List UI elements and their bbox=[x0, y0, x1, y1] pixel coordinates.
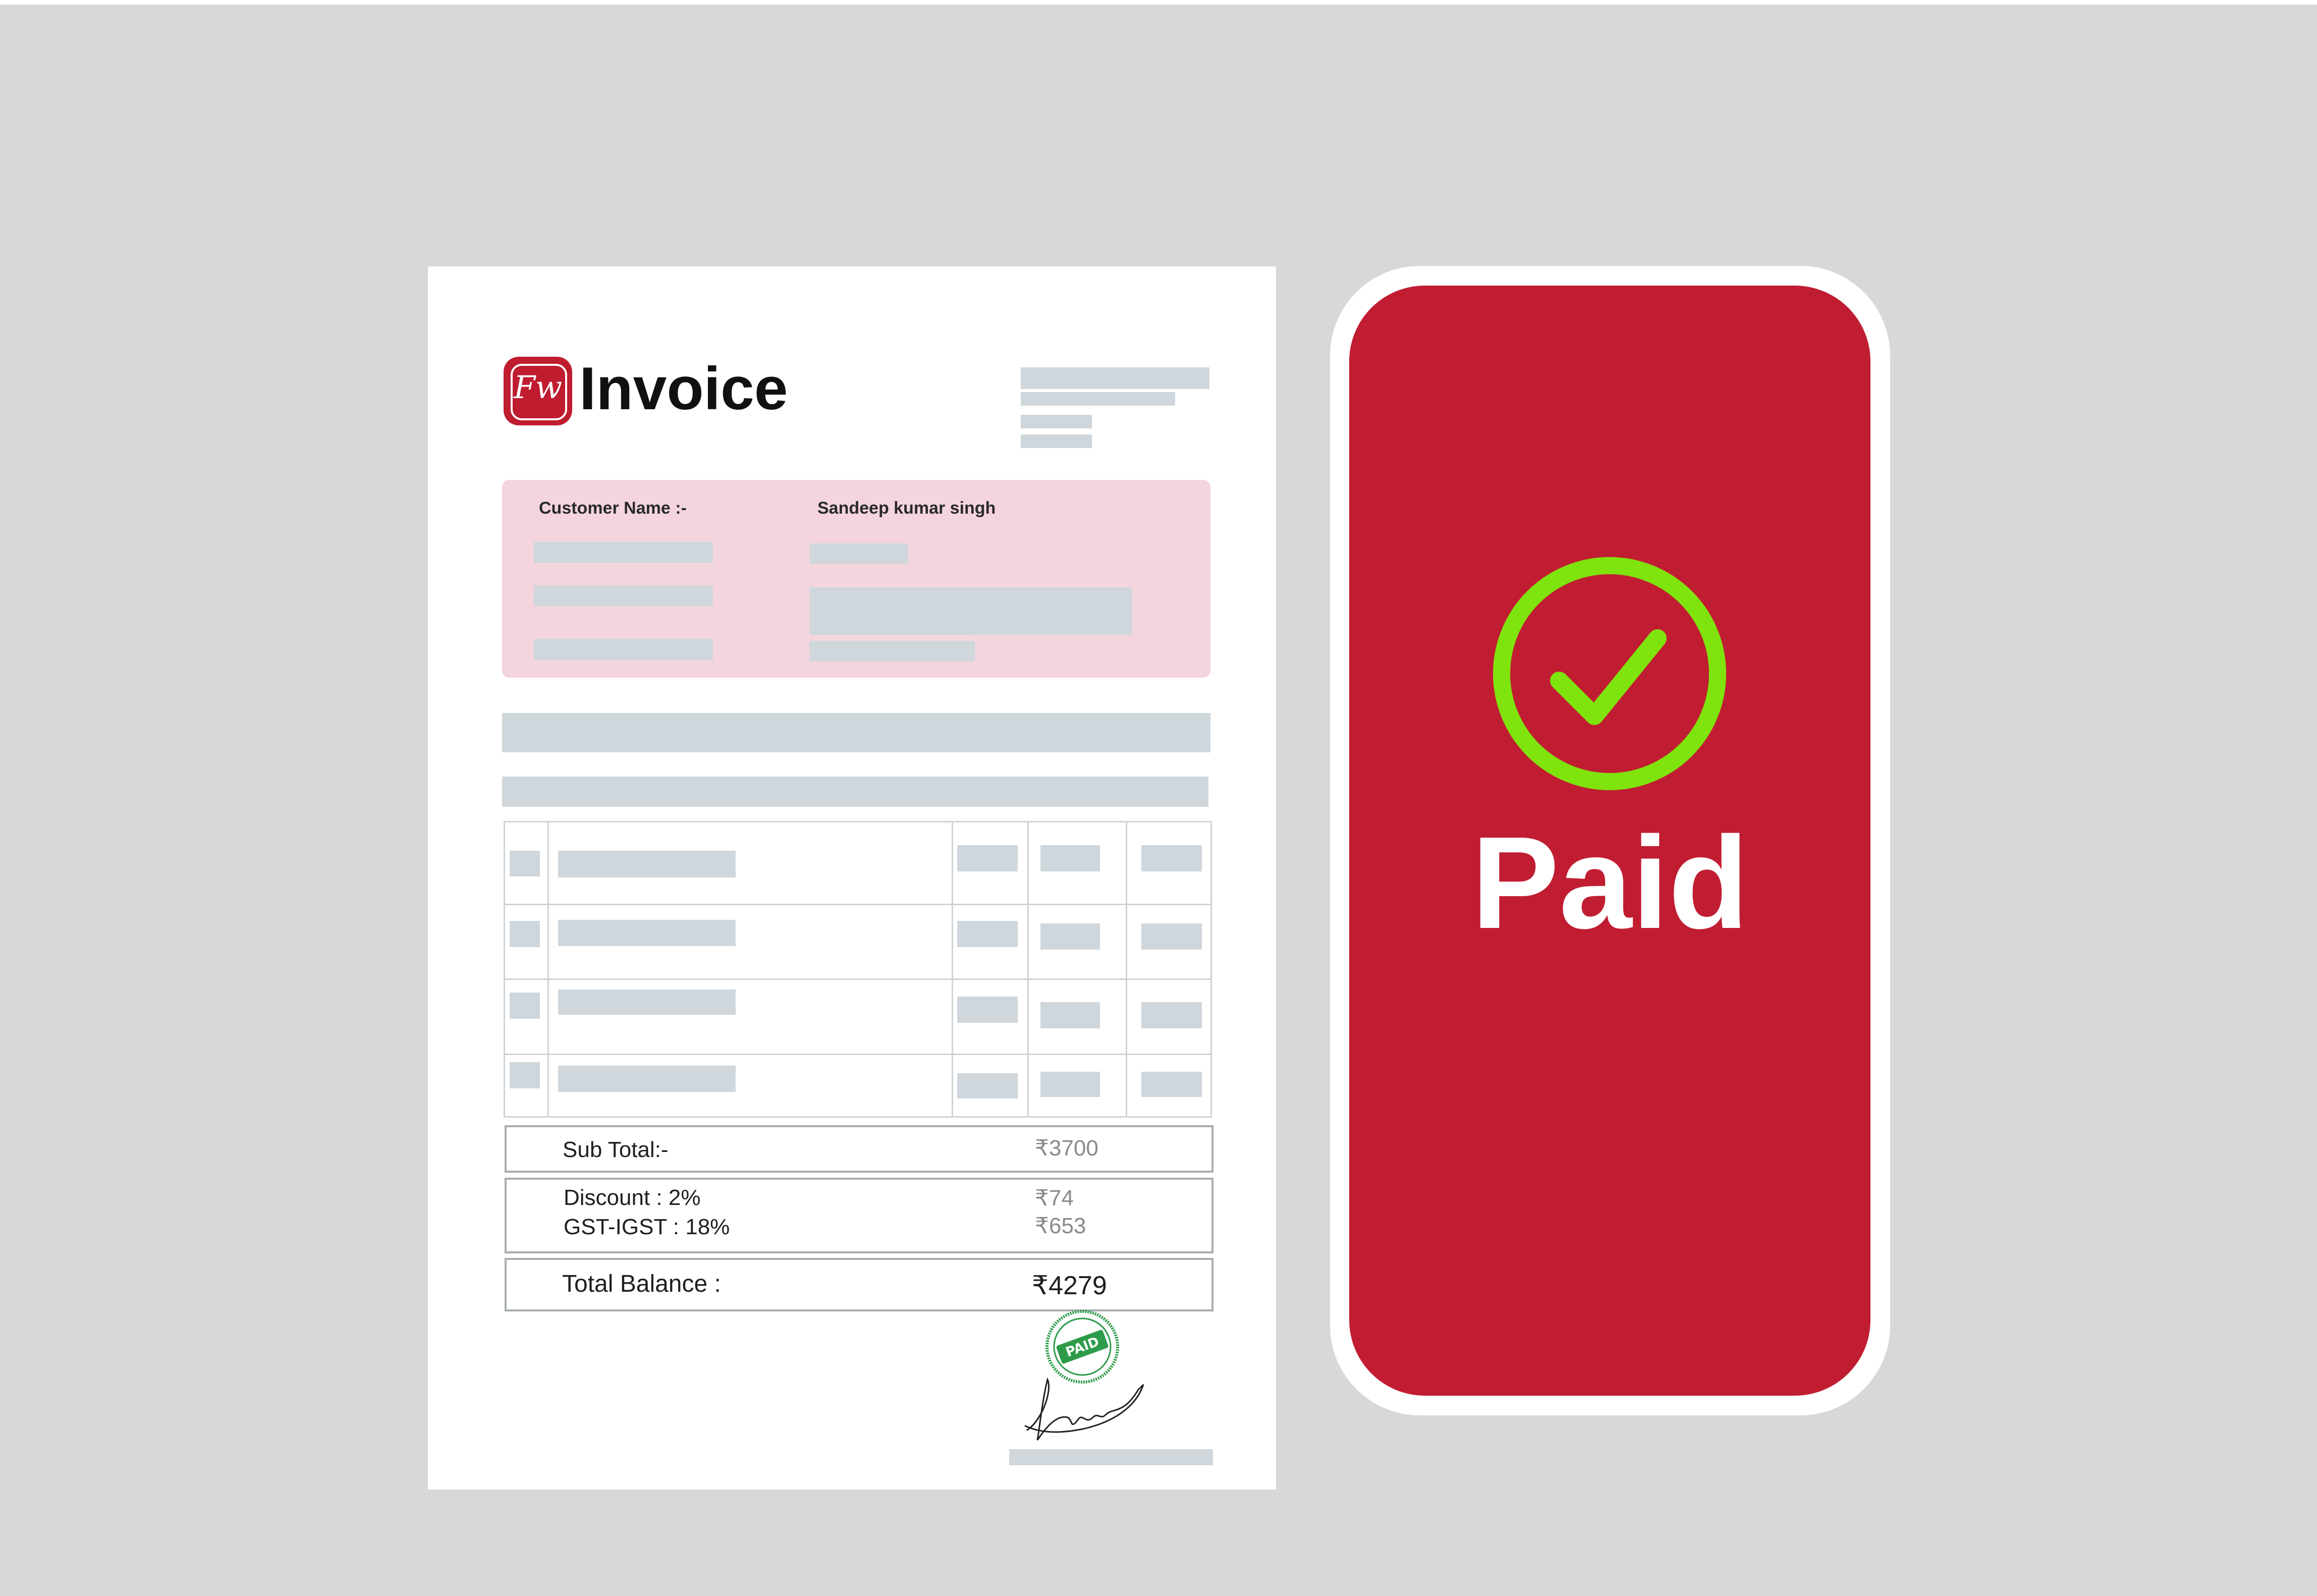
table-cell-placeholder bbox=[1040, 923, 1100, 950]
customer-placeholder-line bbox=[534, 542, 713, 563]
top-frame-border bbox=[0, 0, 2317, 5]
table-column-divider bbox=[952, 822, 953, 1116]
gst-value: ₹653 bbox=[1035, 1214, 1086, 1238]
table-row-divider bbox=[505, 978, 1210, 980]
signature-placeholder-line bbox=[1009, 1449, 1213, 1465]
table-cell-placeholder bbox=[1040, 845, 1100, 871]
table-cell-placeholder bbox=[957, 845, 1018, 871]
total-balance-label: Total Balance : bbox=[562, 1271, 721, 1297]
table-cell-placeholder bbox=[558, 1066, 736, 1092]
paid-status-text: Paid bbox=[1471, 810, 1749, 956]
header-placeholder-line bbox=[1021, 367, 1209, 389]
table-cell-placeholder bbox=[558, 920, 736, 946]
header-placeholder-line bbox=[1021, 434, 1092, 448]
customer-label: Customer Name :- bbox=[539, 499, 687, 518]
customer-placeholder-line bbox=[534, 639, 713, 660]
table-cell-placeholder bbox=[957, 1073, 1018, 1098]
sub-total-value: ₹3700 bbox=[1035, 1136, 1098, 1161]
customer-placeholder-line bbox=[809, 587, 1132, 635]
logo-monogram: Fw bbox=[513, 369, 563, 406]
customer-placeholder-line bbox=[534, 585, 713, 607]
table-cell-placeholder bbox=[1040, 1072, 1100, 1097]
total-balance-value: ₹4279 bbox=[1032, 1271, 1107, 1300]
table-row-divider bbox=[505, 1054, 1210, 1055]
header-placeholder-line bbox=[1021, 415, 1092, 428]
table-column-divider bbox=[1126, 822, 1127, 1116]
fw-logo-icon: Fw bbox=[504, 357, 572, 425]
table-cell-placeholder bbox=[510, 921, 540, 947]
table-cell-placeholder bbox=[1141, 1002, 1202, 1028]
table-cell-placeholder bbox=[1040, 1002, 1100, 1028]
customer-placeholder-line bbox=[809, 543, 908, 564]
table-cell-placeholder bbox=[1141, 845, 1202, 871]
signature-icon bbox=[1024, 1377, 1144, 1441]
table-cell-placeholder bbox=[510, 993, 540, 1019]
header-placeholder-line bbox=[1021, 392, 1175, 406]
section-placeholder-bar bbox=[502, 713, 1210, 752]
table-cell-placeholder bbox=[1141, 1072, 1202, 1097]
discount-value: ₹74 bbox=[1035, 1186, 1074, 1210]
sub-total-label: Sub Total:- bbox=[563, 1137, 669, 1162]
table-cell-placeholder bbox=[957, 997, 1018, 1023]
discount-label: Discount : 2% bbox=[564, 1185, 701, 1210]
gst-label: GST-IGST : 18% bbox=[564, 1215, 730, 1239]
check-circle-icon bbox=[1493, 557, 1726, 790]
customer-name: Sandeep kumar singh bbox=[817, 499, 996, 518]
table-cell-placeholder bbox=[957, 921, 1018, 947]
invoice-title: Invoice bbox=[579, 355, 788, 422]
table-cell-placeholder bbox=[558, 989, 736, 1015]
table-column-divider bbox=[1027, 822, 1029, 1116]
customer-placeholder-line bbox=[809, 641, 975, 662]
table-cell-placeholder bbox=[510, 851, 540, 876]
table-cell-placeholder bbox=[510, 1062, 540, 1088]
section-placeholder-bar bbox=[502, 777, 1208, 807]
table-column-divider bbox=[547, 822, 549, 1116]
table-cell-placeholder bbox=[1141, 923, 1202, 950]
table-row-divider bbox=[505, 904, 1210, 905]
table-cell-placeholder bbox=[558, 851, 736, 877]
